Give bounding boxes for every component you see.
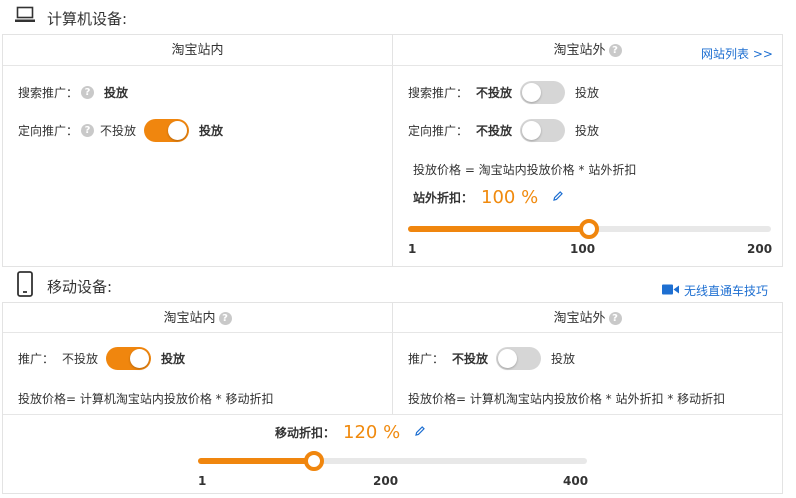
slider-thumb[interactable] bbox=[578, 219, 599, 239]
slider-tick-min: 1 bbox=[408, 242, 417, 256]
on-label: 投放 bbox=[575, 123, 600, 138]
computer-inside-search-row: 搜索推广： ? 投放 bbox=[18, 80, 128, 104]
mobile-section-header: 移动设备: 无线直通车技巧 bbox=[0, 268, 796, 302]
outside-discount-value: 100 % bbox=[481, 186, 539, 208]
pencil-icon[interactable] bbox=[414, 425, 426, 440]
outside-price-formula: 投放价格 = 淘宝站内投放价格 * 站外折扣 bbox=[413, 163, 637, 177]
mobile-section-title: 移动设备: bbox=[47, 278, 113, 296]
outside-discount-label: 站外折扣： bbox=[413, 190, 474, 205]
help-icon[interactable]: ? bbox=[608, 312, 622, 325]
slider-tick-mid: 100 bbox=[570, 242, 596, 256]
site-list-link[interactable]: 网站列表 >> bbox=[701, 45, 773, 62]
search-promo-label: 搜索推广： bbox=[18, 85, 79, 100]
help-icon[interactable]: ? bbox=[218, 312, 232, 325]
search-promo-label: 搜索推广： bbox=[408, 85, 469, 100]
mobile-inside-promo-row: 推广： 不投放 投放 bbox=[18, 346, 185, 370]
wireless-tips-link[interactable]: 无线直通车技巧 bbox=[662, 282, 768, 299]
target-promo-toggle[interactable] bbox=[144, 118, 190, 142]
help-icon[interactable]: ? bbox=[81, 123, 95, 137]
help-icon[interactable]: ? bbox=[608, 44, 622, 57]
on-label: 投放 bbox=[551, 351, 576, 366]
computer-section-header: 计算机设备: bbox=[0, 0, 796, 34]
computer-section-title: 计算机设备: bbox=[47, 10, 128, 28]
computer-outside-search-row: 搜索推广： 不投放 投放 bbox=[408, 80, 599, 104]
mobile-outside-header: 淘宝站外? bbox=[393, 304, 782, 334]
outside-search-toggle[interactable] bbox=[520, 80, 566, 104]
on-label: 投放 bbox=[199, 123, 224, 138]
off-label: 不投放 bbox=[476, 85, 513, 100]
slider-fill bbox=[198, 458, 315, 464]
help-icon[interactable]: ? bbox=[81, 85, 95, 99]
outside-discount-slider[interactable] bbox=[408, 219, 771, 239]
on-label: 投放 bbox=[161, 351, 186, 366]
mobile-phone-icon bbox=[16, 271, 34, 300]
computer-outside-target-row: 定向推广： 不投放 投放 bbox=[408, 118, 599, 142]
promo-label: 推广： bbox=[18, 351, 55, 366]
slider-thumb[interactable] bbox=[304, 451, 325, 471]
slider-fill bbox=[408, 226, 589, 232]
laptop-icon bbox=[14, 4, 36, 29]
mobile-outside-formula: 投放价格= 计算机淘宝站内投放价格 * 站外折扣 * 移动折扣 bbox=[408, 392, 726, 406]
slider-tick-min: 1 bbox=[198, 474, 207, 488]
outside-target-toggle[interactable] bbox=[520, 118, 566, 142]
target-promo-label: 定向推广： bbox=[18, 123, 79, 138]
off-label: 不投放 bbox=[100, 123, 137, 138]
mobile-discount-value: 120 % bbox=[343, 421, 401, 443]
mobile-outside-toggle[interactable] bbox=[496, 346, 542, 370]
computer-inside-header: 淘宝站内 bbox=[171, 43, 224, 58]
slider-tick-max: 400 bbox=[563, 474, 589, 488]
mobile-discount-row: 移动折扣： 120 % bbox=[275, 420, 426, 444]
mobile-discount-label: 移动折扣： bbox=[275, 425, 336, 440]
search-promo-value: 投放 bbox=[104, 85, 129, 100]
on-label: 投放 bbox=[575, 85, 600, 100]
mobile-outside-promo-row: 推广： 不投放 投放 bbox=[408, 346, 575, 370]
off-label: 不投放 bbox=[476, 123, 513, 138]
mobile-discount-slider[interactable] bbox=[198, 451, 587, 471]
target-promo-label: 定向推广： bbox=[408, 123, 469, 138]
mobile-inside-toggle[interactable] bbox=[106, 346, 152, 370]
outside-discount-row: 站外折扣： 100 % bbox=[413, 185, 564, 209]
mobile-inside-formula: 投放价格= 计算机淘宝站内投放价格 * 移动折扣 bbox=[18, 392, 274, 406]
slider-tick-mid: 200 bbox=[373, 474, 399, 488]
slider-tick-max: 200 bbox=[747, 242, 773, 256]
off-label: 不投放 bbox=[452, 351, 489, 366]
promo-label: 推广： bbox=[408, 351, 445, 366]
video-camera-icon bbox=[662, 284, 679, 298]
computer-inside-target-row: 定向推广： ? 不投放 投放 bbox=[18, 118, 223, 142]
mobile-inside-header: 淘宝站内? bbox=[3, 304, 392, 334]
pencil-icon[interactable] bbox=[552, 190, 564, 205]
off-label: 不投放 bbox=[62, 351, 99, 366]
